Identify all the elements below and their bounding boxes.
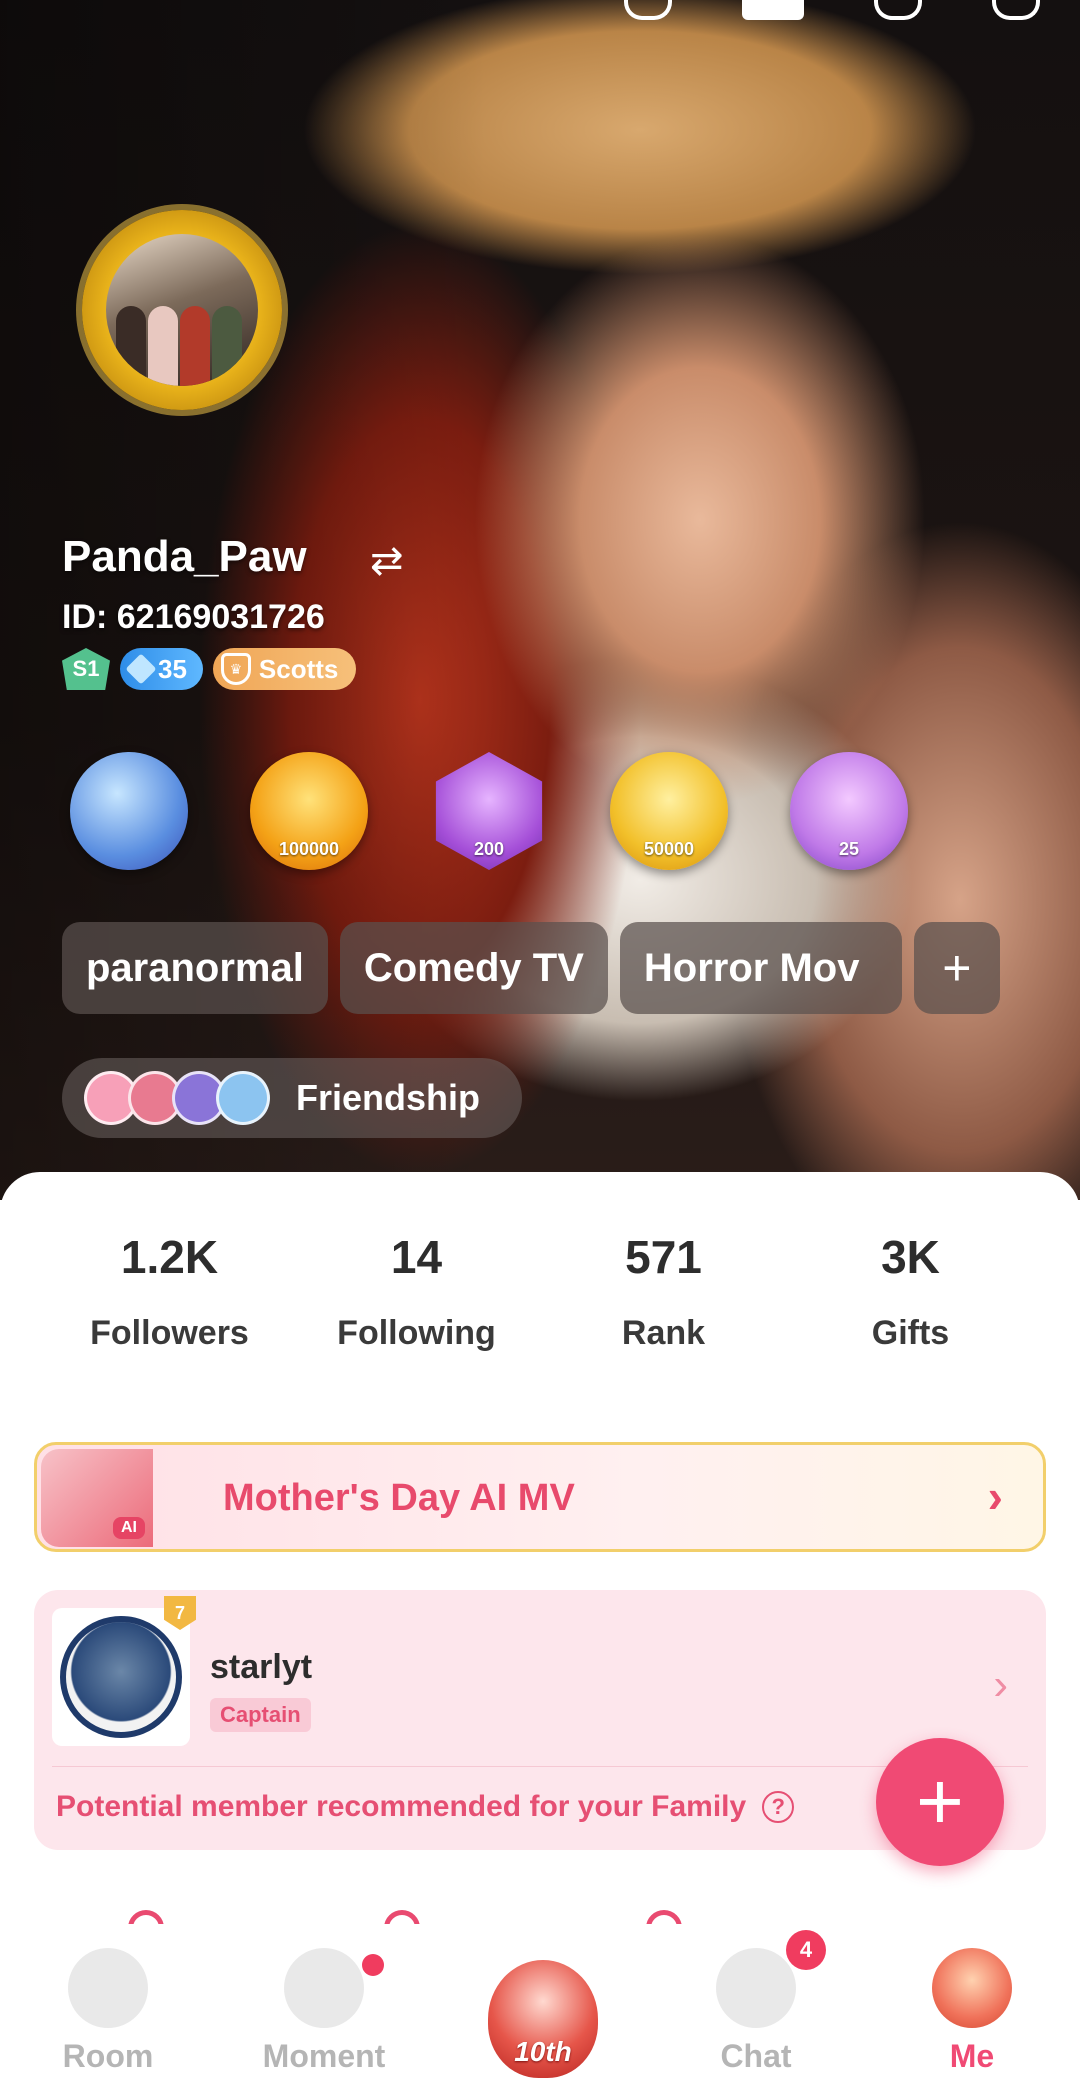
avatar[interactable] [82, 210, 282, 410]
stat-value: 3K [881, 1231, 940, 1283]
me-icon [932, 1948, 1012, 2028]
family-logo-icon [60, 1616, 182, 1738]
stat-following[interactable]: 14 Following [293, 1230, 540, 1353]
planet-icon [284, 1948, 364, 2028]
stats-row: 1.2K Followers 14 Following 571 Rank 3K … [0, 1230, 1080, 1353]
badge-row: S1 35 ♛ Scotts [62, 648, 357, 690]
chat-icon [716, 1948, 796, 2028]
nav-chat[interactable]: 4 Chat [648, 1924, 864, 2084]
settings-icon[interactable] [992, 0, 1040, 20]
profile-cover: Panda_Paw ⇄ ID: 62169031726 S1 35 ♛ Scot… [0, 0, 1080, 1200]
nav-label: Chat [720, 2038, 792, 2074]
medal-play[interactable]: 100000 [250, 752, 368, 870]
chevron-right-icon: › [987, 1470, 1003, 1522]
family-role-badge: Captain [210, 1698, 311, 1732]
medal-rocket[interactable]: 200 [435, 752, 543, 870]
stat-label: Following [337, 1314, 496, 1352]
diamond-level-badge[interactable]: 35 [120, 648, 203, 690]
notification-dot [362, 1954, 384, 1976]
family-badge-label: Scotts [258, 653, 339, 684]
gem-icon [216, 1071, 270, 1125]
ai-tag: AI [113, 1517, 145, 1539]
stat-label: Followers [90, 1314, 249, 1352]
medal-calendar[interactable] [70, 752, 188, 870]
nav-label: Room [62, 2038, 154, 2074]
diamond-level-value: 35 [158, 653, 187, 684]
medal-row: 100000 200 50000 25 [70, 752, 908, 870]
room-icon [68, 1948, 148, 2028]
top-toolbar [624, 0, 1040, 22]
swap-account-icon[interactable]: ⇄ [370, 538, 404, 584]
anniversary-label: 10th [514, 2036, 572, 2067]
stat-label: Gifts [871, 1314, 950, 1352]
family-recommendation[interactable]: Potential member recommended for your Fa… [56, 1790, 795, 1824]
friendship-icons [84, 1071, 270, 1125]
medal-disco[interactable]: 25 [790, 752, 908, 870]
nav-room[interactable]: Room [0, 1924, 216, 2084]
add-friend-icon[interactable] [624, 0, 672, 20]
tag-paranormal[interactable]: paranormal [62, 922, 328, 1014]
user-id[interactable]: ID: 62169031726 [62, 598, 325, 637]
chat-count-badge: 4 [786, 1930, 826, 1970]
friendship-label: Friendship [296, 1077, 481, 1118]
chevron-right-icon: › [993, 1660, 1008, 1709]
stat-label: Rank [621, 1314, 706, 1352]
add-tag-button[interactable]: + [913, 922, 1000, 1014]
mv-art-icon: AI [41, 1449, 153, 1547]
banner-title: Mother's Day AI MV [223, 1477, 575, 1519]
tag-horror-movie[interactable]: Horror Mov [619, 922, 902, 1014]
family-badge[interactable]: ♛ Scotts [212, 648, 357, 690]
level-badge[interactable]: S1 [62, 648, 110, 690]
stat-value: 571 [625, 1231, 702, 1283]
family-avatar[interactable] [52, 1608, 190, 1746]
tag-comedy-tv[interactable]: Comedy TV [339, 922, 608, 1014]
family-name: starlyt [210, 1648, 313, 1686]
stat-gifts[interactable]: 3K Gifts [787, 1230, 1034, 1353]
friendship-button[interactable]: Friendship [62, 1058, 522, 1138]
create-button[interactable]: + [876, 1738, 1004, 1866]
stat-followers[interactable]: 1.2K Followers [46, 1230, 293, 1353]
nav-moment[interactable]: Moment [216, 1924, 432, 2084]
stat-value: 1.2K [120, 1231, 219, 1283]
shield-icon: ♛ [220, 653, 251, 685]
interest-tags: paranormal Comedy TV Horror Mov + [62, 922, 1080, 1014]
recommendation-text: Potential member recommended for your Fa… [56, 1790, 747, 1823]
mothers-day-banner[interactable]: AI Mother's Day AI MV › [34, 1442, 1046, 1552]
medal-hot[interactable]: 50000 [610, 752, 728, 870]
nav-label: Me [949, 2038, 995, 2074]
nav-label: Moment [262, 2038, 386, 2074]
help-icon[interactable]: ? [762, 1791, 795, 1823]
diamond-icon [125, 653, 157, 685]
nav-me[interactable]: Me [864, 1924, 1080, 2084]
share-icon[interactable] [874, 0, 922, 20]
anniversary-logo-icon[interactable]: 10th [488, 1960, 598, 2078]
message-icon[interactable] [742, 0, 804, 20]
avatar-photo [106, 234, 258, 386]
stat-value: 14 [390, 1231, 443, 1283]
username: Panda_Paw [62, 532, 307, 581]
stat-rank[interactable]: 571 Rank [540, 1230, 787, 1353]
divider [52, 1766, 1028, 1767]
